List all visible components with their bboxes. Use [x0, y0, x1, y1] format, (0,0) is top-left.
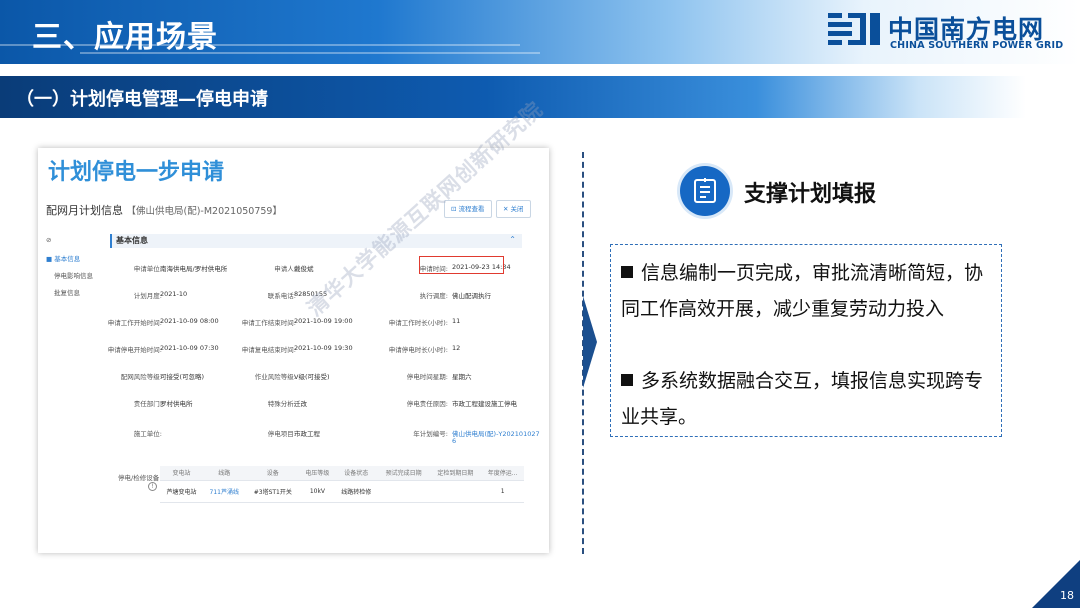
table-header: 设备状态 — [334, 466, 378, 481]
table-header: 变电站 — [160, 466, 204, 481]
device-table-label: 停电/检修设备: — [118, 474, 162, 482]
form-label: 申请人: — [274, 265, 296, 273]
info-icon: ! — [148, 482, 157, 491]
form-value: 星期六 — [452, 373, 472, 381]
bullet-item: 信息编制一页完成，审批流清晰简短，协同工作高效开展，减少重复劳动力投入 — [621, 255, 993, 327]
arrow-right-icon — [583, 296, 597, 388]
table-cell — [377, 480, 430, 503]
page-title: 三、应用场景 — [32, 20, 218, 55]
bullet-text: 信息编制一页完成，审批流清晰简短，协同工作高效开展，减少重复劳动力投入 — [621, 262, 984, 320]
feature-title: 支撑计划填报 — [744, 182, 877, 207]
form-value[interactable]: 佛山供电局(配)-Y202101027 — [452, 428, 540, 438]
device-table: 变电站 线路 设备 电压等级 设备状态 预试完成日期 定检到期日期 年度停运... 芦塘变电站… — [160, 466, 524, 503]
form-value: V级(可接受) — [294, 373, 330, 381]
form-label: 停电时间星期: — [406, 373, 448, 381]
table-cell: 芦塘变电站 — [160, 480, 204, 503]
table-cell: 10kV — [300, 480, 335, 503]
company-logo: 中国南方电网 CHINA SOUTHERN POWER GRID — [826, 8, 1066, 56]
form-label: 作业风险等级: — [254, 373, 296, 381]
form-label: 停电项目: — [267, 430, 296, 438]
bullet-text: 多系统数据融合交互，填报信息实现跨专业共享。 — [621, 370, 984, 428]
form-label: 施工单位: — [133, 430, 162, 438]
table-row: 芦塘变电站 711芦涌线 #3塔ST1开关 10kV 线路转检修 1 — [160, 480, 524, 503]
form-label: 特殊分析: — [267, 400, 296, 408]
form-value: 2021-10-09 08:00 — [160, 317, 219, 325]
form-value: 12 — [452, 344, 461, 352]
form-label: 申请工作开始时间: — [107, 319, 162, 327]
table-cell: 线路转检修 — [334, 480, 378, 503]
form-value: 市政工程建设施工停电 — [452, 400, 517, 408]
square-bullet-icon — [621, 374, 633, 386]
collapse-icon[interactable]: ⌃ — [509, 235, 516, 244]
screenshot-heading: 计划停电一步申请 — [48, 160, 225, 185]
bullet-item: 多系统数据融合交互，填报信息实现跨专业共享。 — [621, 363, 993, 435]
form-label: 执行调度: — [419, 292, 448, 300]
side-nav: ⊘ ■ 基本信息 停电影响信息 批复信息 — [46, 236, 93, 304]
csg-logo-icon — [828, 13, 880, 45]
year-plan-number-cont[interactable]: 6 — [452, 437, 456, 445]
nav-item-basic-info[interactable]: ■ 基本信息 — [46, 253, 93, 270]
form-value: 2021-10-09 19:30 — [294, 344, 353, 352]
nav-toggle-icon[interactable]: ⊘ — [46, 236, 93, 253]
form-value: 2021-10-09 07:30 — [160, 344, 219, 352]
table-cell[interactable]: 711芦涌线 — [203, 480, 246, 503]
form-label: 年计划编号: — [413, 430, 448, 438]
section-title: （一）计划停电管理—停电申请 — [16, 89, 268, 110]
form-value: 可接受(可忽略) — [160, 373, 205, 381]
plan-info-label: 配网月计划信息 — [46, 204, 123, 217]
table-cell: #3塔ST1开关 — [245, 480, 301, 503]
form-label: 申请停电开始时间: — [107, 346, 162, 354]
logo-text-en: CHINA SOUTHERN POWER GRID — [890, 40, 1064, 51]
table-cell — [429, 480, 482, 503]
form-value: 南海供电局/罗村供电所 — [160, 265, 228, 273]
form-label: 申请工作时长(小时): — [388, 319, 448, 327]
form-label: 配网风险等级: — [120, 373, 162, 381]
form-value: 市政工程 — [294, 430, 320, 438]
page-number: 18 — [1060, 589, 1074, 602]
feature-bullet-box: 信息编制一页完成，审批流清晰简短，协同工作高效开展，减少重复劳动力投入 多系统数… — [610, 244, 1002, 437]
table-header: 线路 — [203, 466, 246, 481]
form-label: 申请复电结束时间: — [241, 346, 296, 354]
form-value: 戴俊斌 — [294, 265, 314, 273]
table-header: 电压等级 — [300, 466, 335, 481]
plan-code: 【佛山供电局(配)-M2021050759】 — [126, 206, 282, 217]
table-header: 预试完成日期 — [377, 466, 430, 481]
table-header: 年度停运... — [481, 466, 524, 481]
nav-item-outage-impact[interactable]: 停电影响信息 — [46, 270, 93, 287]
nav-item-approval[interactable]: 批复信息 — [46, 287, 93, 304]
form-value: 11 — [452, 317, 461, 325]
form-label: 计划月度: — [133, 292, 162, 300]
table-header: 设备 — [245, 466, 301, 481]
form-value: 2021-10 — [160, 290, 188, 298]
table-cell: 1 — [481, 480, 524, 503]
basic-info-title: 基本信息 — [116, 236, 148, 245]
form-label: 申请单位: — [133, 265, 162, 273]
form-label: 联系电话: — [267, 292, 296, 300]
form-document-icon — [680, 166, 730, 216]
form-value: 罗村供电所 — [160, 400, 193, 408]
basic-info-header: 基本信息 ⌃ — [110, 234, 522, 248]
screenshot-card: 计划停电一步申请 配网月计划信息 【佛山供电局(配)-M2021050759】 … — [38, 148, 549, 553]
form-label: 责任部门: — [133, 400, 162, 408]
slide-header: 三、应用场景 中国南方电网 CHINA SOUTHERN POWER GRID — [0, 0, 1080, 64]
plan-info-title: 配网月计划信息 【佛山供电局(配)-M2021050759】 — [46, 202, 282, 218]
close-button[interactable]: ✕ 关闭 — [496, 200, 531, 218]
apply-time-highlight — [419, 256, 504, 274]
table-header: 定检到期日期 — [429, 466, 482, 481]
form-value: 迁改 — [294, 400, 307, 408]
form-value: 佛山配调执行 — [452, 292, 491, 300]
square-bullet-icon — [621, 266, 633, 278]
form-label: 申请停电时长(小时): — [388, 346, 448, 354]
form-label: 申请工作结束时间: — [241, 319, 296, 327]
form-label: 停电责任原因: — [406, 400, 448, 408]
